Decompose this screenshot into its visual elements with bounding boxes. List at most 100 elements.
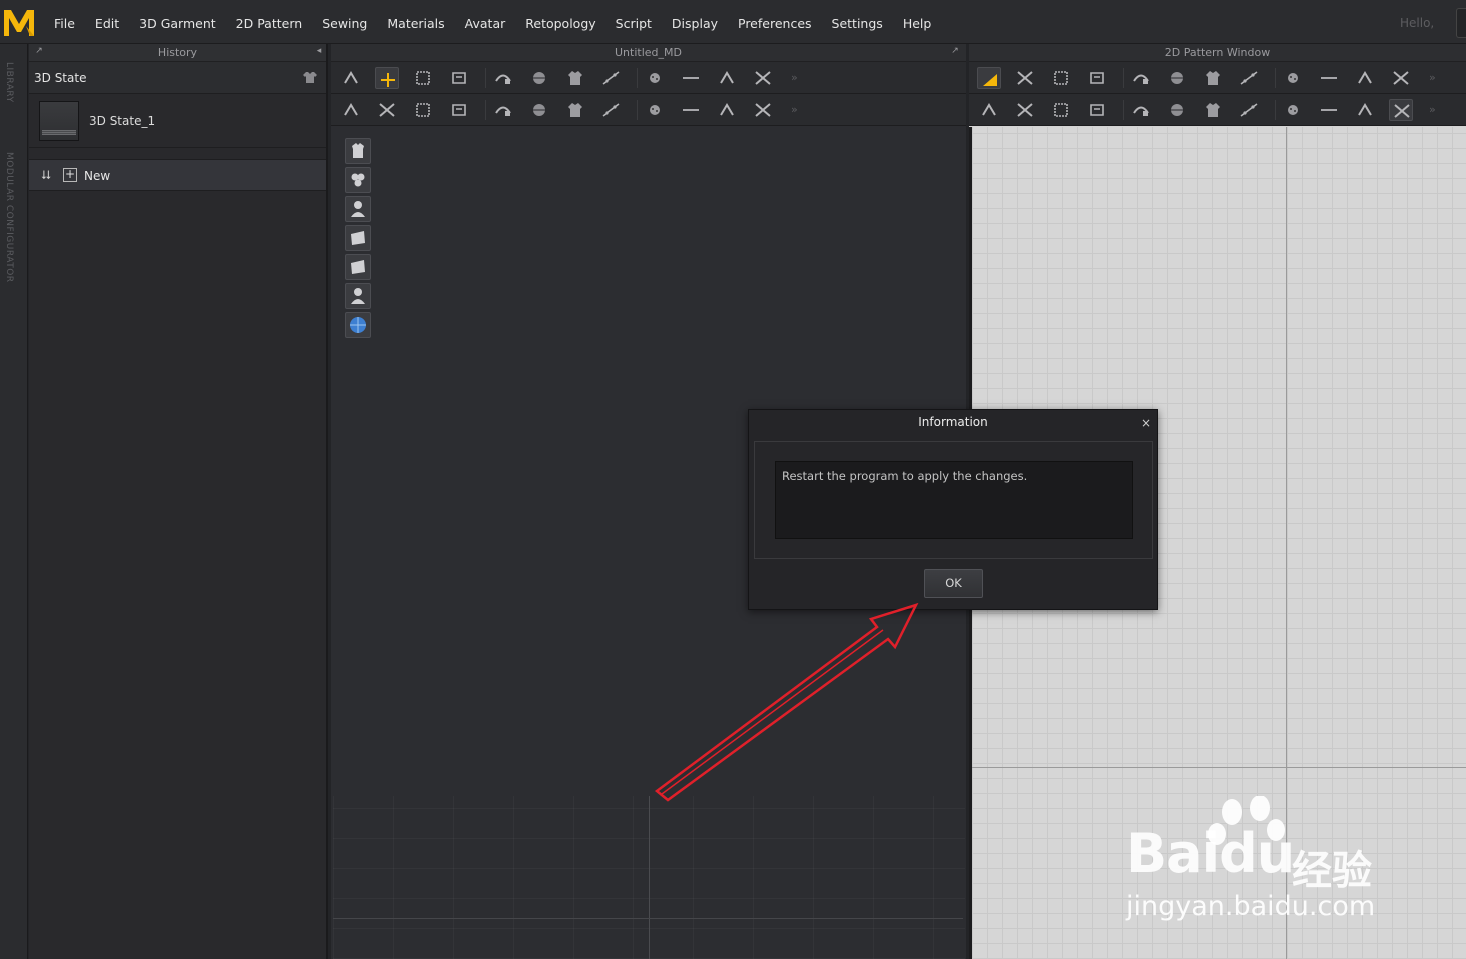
wireframe-view-icon[interactable]: [345, 225, 371, 251]
notch-icon[interactable]: [1129, 99, 1153, 121]
menu-avatar[interactable]: Avatar: [455, 0, 516, 44]
pin-icon[interactable]: [599, 67, 623, 89]
edit-segment-icon[interactable]: [1165, 67, 1189, 89]
edit-pattern-icon[interactable]: [447, 67, 471, 89]
button-2d-icon[interactable]: [1353, 99, 1377, 121]
menu-display[interactable]: Display: [662, 0, 728, 44]
fabric-view-icon[interactable]: [345, 167, 371, 193]
graphic-icon[interactable]: [715, 99, 739, 121]
edit-curvature-icon[interactable]: [1085, 67, 1109, 89]
dialog-message: Restart the program to apply the changes…: [782, 469, 1028, 483]
curve-point-icon[interactable]: [1049, 67, 1073, 89]
ok-button[interactable]: OK: [924, 569, 983, 598]
undock-icon[interactable]: ↗: [34, 46, 44, 56]
multi-sewing-icon[interactable]: [563, 67, 587, 89]
free-sewing-icon[interactable]: [527, 67, 551, 89]
menu-file[interactable]: File: [44, 0, 85, 44]
box-select-icon[interactable]: [411, 67, 435, 89]
garment-measure-icon[interactable]: [411, 99, 435, 121]
avatar-view-icon[interactable]: [345, 196, 371, 222]
left-dock-strip: LIBRARY MODULAR CONFIGURATOR: [0, 44, 28, 959]
environment-icon[interactable]: [345, 312, 371, 338]
toolbar-separator: [637, 68, 638, 88]
menu-3d-garment[interactable]: 3D Garment: [129, 0, 226, 44]
garment-view-icon[interactable]: [345, 138, 371, 164]
simulation-icon[interactable]: [339, 99, 363, 121]
free-sewing-2d-icon[interactable]: [1013, 99, 1037, 121]
menu-edit[interactable]: Edit: [85, 0, 129, 44]
toolbar-overflow-chevron-icon[interactable]: »: [1429, 71, 1436, 84]
watermark-brand-head: Bai: [1126, 822, 1220, 885]
watermark-url: jingyan.baidu.com: [1126, 891, 1376, 922]
zip-icon[interactable]: [491, 99, 515, 121]
gather-icon[interactable]: [1389, 67, 1413, 89]
menu-materials[interactable]: Materials: [377, 0, 454, 44]
toolbar-2d-row1: »: [969, 62, 1466, 94]
fold-icon[interactable]: [1353, 67, 1377, 89]
transform-icon[interactable]: [375, 67, 399, 89]
graphic-2d-icon[interactable]: [1317, 99, 1341, 121]
modular-configurator-tab[interactable]: MODULAR CONFIGURATOR: [4, 152, 14, 283]
library-tab[interactable]: LIBRARY: [4, 62, 14, 103]
new-state-button[interactable]: ⮇ + New: [29, 159, 326, 191]
arrangement-point-icon[interactable]: [751, 67, 775, 89]
close-icon[interactable]: ×: [1141, 411, 1151, 436]
stitch-icon[interactable]: [563, 99, 587, 121]
menu-preferences[interactable]: Preferences: [728, 0, 822, 44]
thickness-view-icon[interactable]: [345, 254, 371, 280]
window-3d-title: Untitled_MD: [615, 46, 682, 59]
menu-retopology[interactable]: Retopology: [515, 0, 605, 44]
menu-help[interactable]: Help: [893, 0, 942, 44]
main-menu: File Edit 3D Garment 2D Pattern Sewing M…: [44, 0, 941, 44]
state-name: 3D State_1: [89, 114, 156, 128]
avatar-measure-icon[interactable]: [375, 99, 399, 121]
segment-sewing-icon[interactable]: [491, 67, 515, 89]
plus-icon: +: [63, 167, 77, 182]
trace-icon[interactable]: [1085, 99, 1109, 121]
fabric-2d-icon[interactable]: [1201, 99, 1225, 121]
internal-polygon-icon[interactable]: [1317, 67, 1341, 89]
transform-pattern-icon[interactable]: [977, 67, 1001, 89]
watermark-brand-tail: du: [1219, 822, 1295, 885]
texture-2d-icon[interactable]: [1237, 99, 1261, 121]
toolbar-separator: [1275, 68, 1276, 88]
avatar-silhouette-icon[interactable]: [345, 283, 371, 309]
garment-state-icon[interactable]: [302, 71, 318, 84]
texture-icon[interactable]: [643, 99, 667, 121]
history-header: ↗ History ◂: [29, 44, 326, 62]
topstitch-2d-icon[interactable]: [1389, 99, 1413, 121]
toolbar-overflow-chevron-icon[interactable]: »: [791, 71, 798, 84]
polygon-icon[interactable]: [1201, 67, 1225, 89]
toolbar-overflow-chevron-icon[interactable]: »: [791, 103, 798, 116]
user-account-box[interactable]: [1456, 8, 1466, 38]
undock-icon[interactable]: ↗: [950, 46, 960, 56]
window-2d-header: 2D Pattern Window: [969, 44, 1466, 62]
iron-icon[interactable]: [1165, 99, 1189, 121]
fold-arrangement-icon[interactable]: [643, 67, 667, 89]
menu-settings[interactable]: Settings: [822, 0, 893, 44]
toolbar-separator: [1123, 68, 1124, 88]
collapse-chevron-icon[interactable]: ⮇: [41, 168, 51, 183]
internal-line-icon[interactable]: [447, 99, 471, 121]
topstitch-icon[interactable]: [599, 99, 623, 121]
add-point-icon[interactable]: [1129, 67, 1153, 89]
menu-sewing[interactable]: Sewing: [312, 0, 377, 44]
pin-panel-icon[interactable]: ◂: [314, 46, 324, 56]
tack-icon[interactable]: [679, 67, 703, 89]
rectangle-icon[interactable]: [1237, 67, 1261, 89]
toolbar-overflow-chevron-icon[interactable]: »: [1429, 103, 1436, 116]
select-move-icon[interactable]: [339, 67, 363, 89]
arrangement-icon[interactable]: [715, 67, 739, 89]
ellipse-icon[interactable]: [1281, 67, 1305, 89]
button-icon[interactable]: [679, 99, 703, 121]
segment-sewing-2d-icon[interactable]: [977, 99, 1001, 121]
edit-texture-icon[interactable]: [1281, 99, 1305, 121]
menu-script[interactable]: Script: [606, 0, 662, 44]
app-logo-icon[interactable]: [2, 4, 36, 40]
menu-2d-pattern[interactable]: 2D Pattern: [226, 0, 313, 44]
edit-point-icon[interactable]: [1013, 67, 1037, 89]
line-icon[interactable]: [751, 99, 775, 121]
history-state-item[interactable]: 3D State_1: [29, 94, 326, 148]
buttonhole-icon[interactable]: [527, 99, 551, 121]
multi-sewing-2d-icon[interactable]: [1049, 99, 1073, 121]
